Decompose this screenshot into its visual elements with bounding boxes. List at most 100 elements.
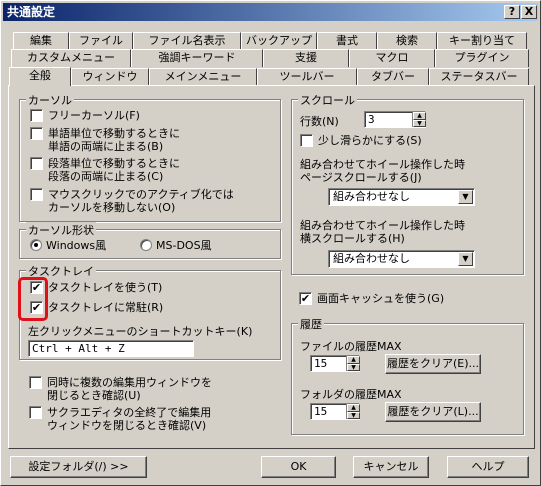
tab-window[interactable]: ウィンドウ [71,68,149,86]
close-icon[interactable]: X [521,5,537,19]
para-move-label-1: 段落単位で移動するときに [48,157,180,170]
help-icon[interactable]: ? [504,5,520,19]
resident-tasktray-checkbox[interactable]: ✔ タスクトレイに常駐(R) [30,301,163,314]
windows-style-radio[interactable]: Windows風 [30,239,106,252]
spin-up-icon[interactable]: ▲ [347,356,360,364]
chevron-down-icon[interactable]: ▼ [458,190,473,204]
history-group-label: 履歴 [298,316,324,332]
horiz-scroll-combo-value: 組み合わせなし [333,252,410,265]
msdos-style-label: MS-DOS風 [156,239,212,252]
tab-macro[interactable]: マクロ [349,49,435,67]
title-bar: 共通設定 [3,3,538,21]
checkmark-icon[interactable]: ✔ [299,292,312,305]
tab-custom-menu[interactable]: カスタムメニュー [11,49,131,67]
cursor-group-label: カーソル [26,92,74,108]
checkbox-box[interactable] [29,406,42,419]
scroll-group: スクロール 行数(N) 3 ▲ ▼ 少し滑らかにする(S) 組み合わせてホイール… [291,92,524,275]
spin-up-icon[interactable]: ▲ [347,404,360,412]
tab-tabbar[interactable]: タブバー [357,68,429,86]
screen-cache-label: 画面キャッシュを使う(G) [317,292,445,305]
multi-close-confirm-checkbox[interactable]: 同時に複数の編集用ウィンドウを 閉じるとき確認(U) [29,376,212,402]
mouse-activate-checkbox[interactable]: マウスクリックでのアクティブ化では カーソルを移動しない(O) [30,188,234,214]
radio-circle[interactable] [30,239,42,251]
folder-history-spinner[interactable]: ▲ ▼ [346,404,360,419]
file-history-spinner[interactable]: ▲ ▼ [346,356,360,371]
free-cursor-label: フリーカーソル(F) [48,109,140,122]
para-move-checkbox[interactable]: 段落単位で移動するときに 段落の両端に止まる(C) [30,157,180,183]
history-group: 履歴 ファイルの履歴MAX 15 ▲ ▼ 履歴をクリア(E)... フォルダの履… [291,316,524,435]
ok-button[interactable]: OK [261,456,336,478]
horiz-scroll-label-2: 横スクロールする(H) [300,232,405,245]
word-move-label-2: 単語の両端に止まる(B) [48,140,164,153]
tab-plugin[interactable]: プラグイン [435,49,529,67]
use-tasktray-checkbox[interactable]: ✔ タスクトレイを使う(T) [30,281,162,294]
horiz-scroll-combo[interactable]: 組み合わせなし ▼ [328,250,475,268]
checkbox-box[interactable] [30,188,43,201]
tab-general[interactable]: 全般 [9,67,71,86]
settings-folder-button[interactable]: 設定フォルダ(/) >> [10,456,147,478]
tab-toolbar[interactable]: ツールバー [257,68,357,86]
shortcut-key-label: 左クリックメニューのショートカットキー(K) [28,325,253,338]
clear-folder-history-button[interactable]: 履歴をクリア(L)... [385,402,481,422]
mouse-activate-label-1: マウスクリックでのアクティブ化では [48,188,234,201]
chevron-down-icon[interactable]: ▼ [458,252,473,266]
smooth-scroll-checkbox[interactable]: 少し滑らかにする(S) [300,134,422,147]
spin-up-icon[interactable]: ▲ [413,112,426,120]
cursor-group: カーソル フリーカーソル(F) 単語単位で移動するときに 単語の両端に止まる(B… [19,92,281,222]
smooth-scroll-label: 少し滑らかにする(S) [318,134,422,147]
tab-edit[interactable]: 編集 [13,32,69,50]
mouse-activate-label-2: カーソルを移動しない(O) [48,201,176,214]
checkbox-box[interactable] [30,157,43,170]
page-scroll-label-2: ページスクロールする(J) [300,171,422,184]
tab-highlight-keyword[interactable]: 強調キーワード [131,49,263,67]
common-settings-dialog: 共通設定 ? X 編集 ファイル ファイル名表示 バックアップ 書式 検索 キー… [0,0,541,486]
tab-main-menu[interactable]: メインメニュー [149,68,257,86]
screen-cache-checkbox[interactable]: ✔ 画面キャッシュを使う(G) [299,292,444,305]
tab-search[interactable]: 検索 [377,32,437,50]
msdos-style-radio[interactable]: MS-DOS風 [140,239,212,252]
general-tab-panel: カーソル フリーカーソル(F) 単語単位で移動するときに 単語の両端に止まる(B… [8,85,535,449]
tab-file[interactable]: ファイル [69,32,133,50]
resident-tasktray-label: タスクトレイに常駐(R) [48,301,164,314]
window-title: 共通設定 [7,5,56,19]
cancel-button[interactable]: キャンセル [353,456,429,478]
exit-close-label-2: ウィンドウを閉じるとき確認(V) [47,419,207,432]
scroll-group-label: スクロール [298,92,357,108]
word-move-label-1: 単語単位で移動するときに [48,127,180,140]
highlight-box [18,277,48,321]
tab-support[interactable]: 支援 [263,49,349,67]
scroll-lines-label: 行数(N) [300,115,339,128]
checkbox-box[interactable] [30,109,43,122]
spin-down-icon[interactable]: ▼ [347,363,360,371]
tasktray-group: タスクトレイ ✔ タスクトレイを使う(T) ✔ タスクトレイに常駐(R) 左クリ… [19,263,281,360]
para-move-label-2: 段落の両端に止まる(C) [48,170,164,183]
use-tasktray-label: タスクトレイを使う(T) [48,281,163,294]
page-scroll-combo[interactable]: 組み合わせなし ▼ [328,188,475,206]
free-cursor-checkbox[interactable]: フリーカーソル(F) [30,109,140,122]
scroll-lines-spinner[interactable]: ▲ ▼ [412,112,426,127]
spin-down-icon[interactable]: ▼ [347,411,360,419]
cursor-shape-group: カーソル形状 Windows風 MS-DOS風 [19,222,281,259]
tab-filename-display[interactable]: ファイル名表示 [133,32,241,50]
checkbox-box[interactable] [30,127,43,140]
exit-close-label-1: サクラエディタの全終了で編集用 [47,406,212,419]
radio-circle[interactable] [140,239,152,251]
tab-format[interactable]: 書式 [317,32,377,50]
multi-close-label-2: 閉じるとき確認(U) [47,389,141,402]
tab-statusbar[interactable]: ステータスバー [429,68,529,86]
checkbox-box[interactable] [300,134,313,147]
tab-key-assign[interactable]: キー割り当て [437,32,527,50]
file-history-label: ファイルの履歴MAX [300,340,402,353]
spin-down-icon[interactable]: ▼ [413,119,426,127]
page-scroll-combo-value: 組み合わせなし [333,190,410,203]
exit-close-confirm-checkbox[interactable]: サクラエディタの全終了で編集用 ウィンドウを閉じるとき確認(V) [29,406,211,432]
clear-file-history-button[interactable]: 履歴をクリア(E)... [385,354,481,374]
checkbox-box[interactable] [29,376,42,389]
windows-style-label: Windows風 [46,239,107,252]
multi-close-label-1: 同時に複数の編集用ウィンドウを [47,376,212,389]
shortcut-key-input[interactable]: Ctrl + Alt + Z [28,340,194,357]
tab-backup[interactable]: バックアップ [241,32,317,50]
help-button[interactable]: ヘルプ [447,456,529,478]
folder-history-label: フォルダの履歴MAX [300,388,402,401]
word-move-checkbox[interactable]: 単語単位で移動するときに 単語の両端に止まる(B) [30,127,180,153]
